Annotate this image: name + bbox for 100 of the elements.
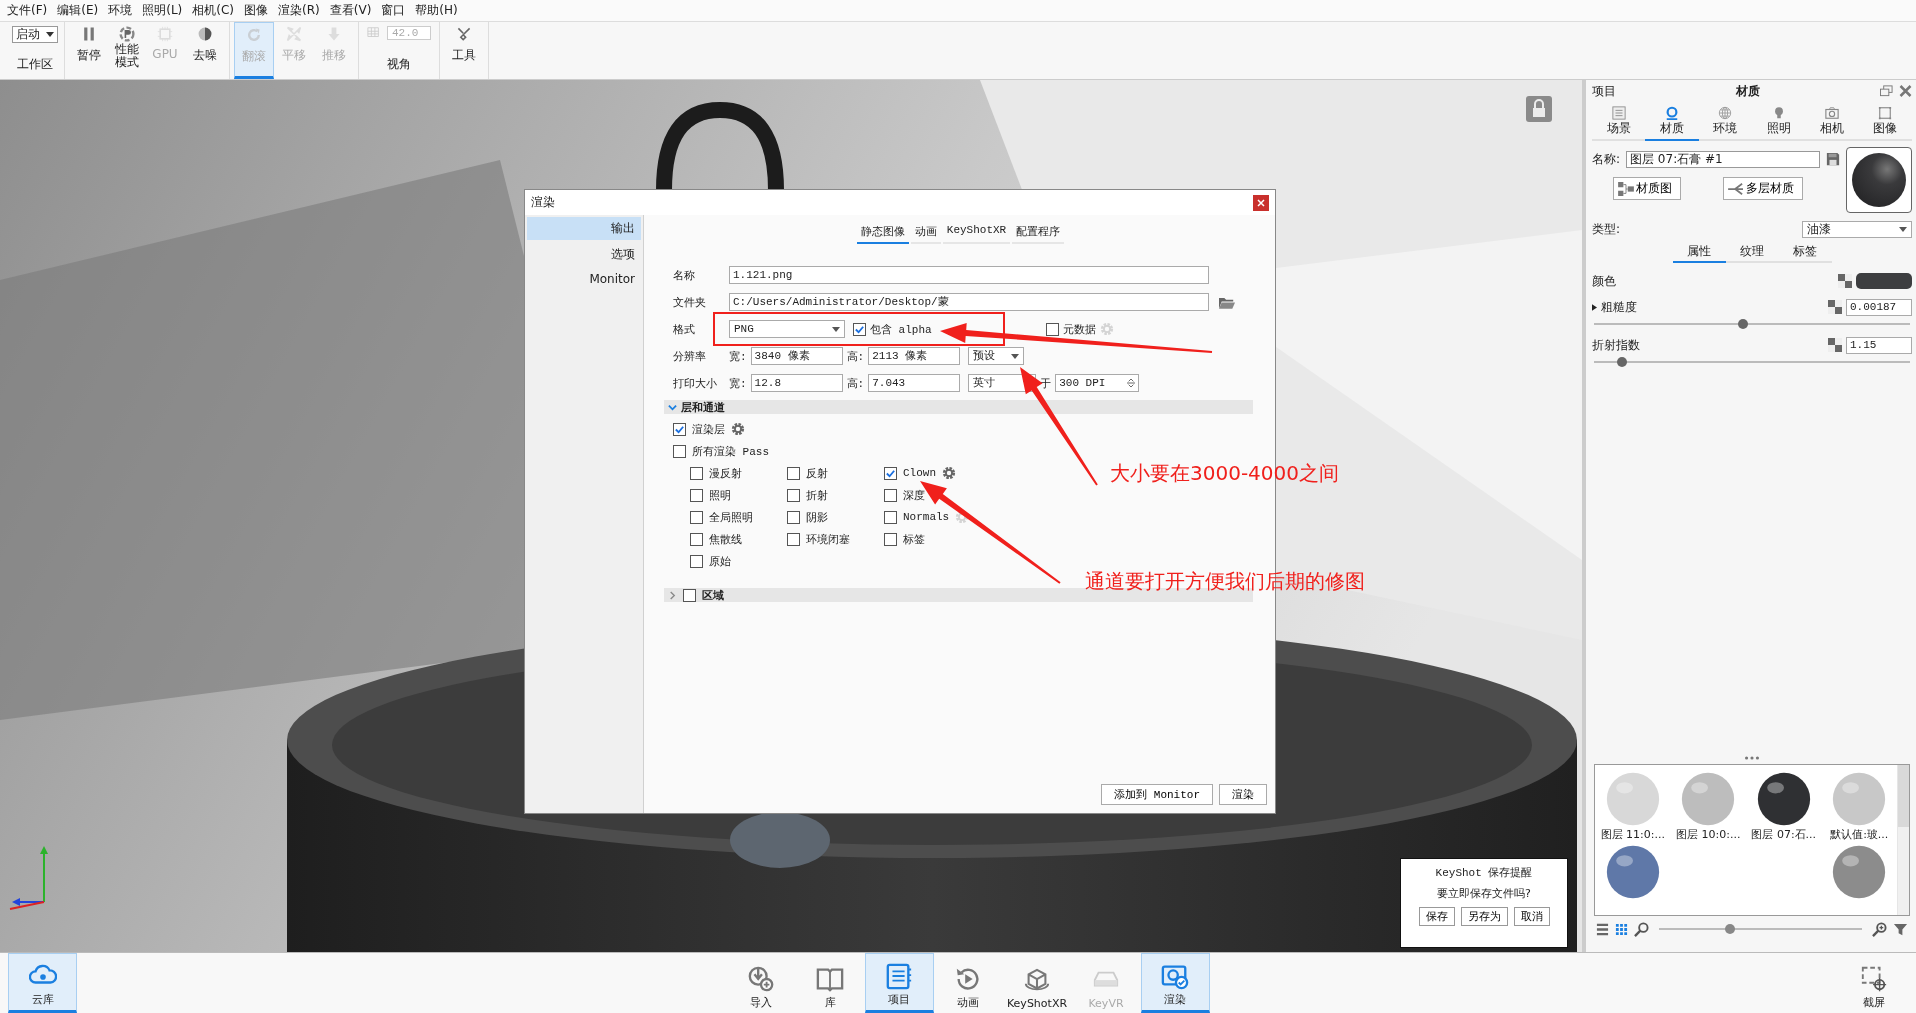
slider-thumb[interactable] xyxy=(1617,357,1628,367)
panel-button[interactable]: 多层材质 xyxy=(1723,177,1803,200)
checkbox[interactable] xyxy=(673,422,686,436)
slider-thumb[interactable] xyxy=(1725,924,1736,934)
dock-button[interactable]: 渲染 xyxy=(1140,953,1210,1013)
menu-item[interactable]: 查看(V) xyxy=(324,2,377,19)
folder-icon[interactable] xyxy=(1219,295,1235,309)
workspace-dropdown[interactable]: 启动 xyxy=(12,26,58,43)
checkbox[interactable] xyxy=(690,488,703,502)
height-field[interactable]: 2113 像素 xyxy=(868,347,961,365)
preset-dropdown[interactable]: 预设 xyxy=(968,347,1025,365)
gear-icon[interactable] xyxy=(731,422,745,436)
tab[interactable]: 纹理 xyxy=(1725,243,1779,263)
type-dropdown[interactable]: 油漆 xyxy=(1802,220,1912,238)
zoom-in-icon[interactable] xyxy=(1872,921,1887,937)
reminder-button[interactable]: 取消 xyxy=(1513,907,1550,926)
sidebar-item[interactable]: Monitor xyxy=(527,269,641,289)
menu-item[interactable]: 文件(F) xyxy=(2,2,53,19)
checkbox[interactable] xyxy=(690,510,703,524)
tab[interactable]: 配置程序 xyxy=(1012,221,1065,244)
panel-tab[interactable]: 照明 xyxy=(1752,102,1806,141)
dock-button[interactable]: 项目 xyxy=(864,953,934,1013)
menu-item[interactable]: 编辑(E) xyxy=(52,2,104,19)
checkbox[interactable] xyxy=(673,444,686,458)
filter-icon[interactable] xyxy=(1893,921,1908,937)
value-field[interactable]: 0.00187 xyxy=(1846,298,1912,316)
tab[interactable]: KeyShotXR xyxy=(942,221,1011,244)
input-field[interactable]: C:/Users/Administrator/Desktop/蒙 xyxy=(729,293,1209,311)
section-header[interactable]: 层和通道 xyxy=(664,400,1253,414)
zoom-out-icon[interactable] xyxy=(1634,921,1649,937)
close-icon[interactable] xyxy=(1253,194,1269,211)
menu-item[interactable]: 窗口 xyxy=(376,2,411,19)
color-swatch[interactable] xyxy=(1856,273,1912,289)
dock-button[interactable]: 库 xyxy=(795,953,865,1013)
panel-tab[interactable]: 图像 xyxy=(1858,102,1912,141)
checkbox[interactable] xyxy=(787,466,800,480)
checkbox[interactable] xyxy=(683,588,696,602)
dpi-spinner[interactable]: 300 DPI xyxy=(1055,374,1140,392)
toolbar-button[interactable]: 去噪 xyxy=(185,22,225,79)
format-dropdown[interactable]: PNG xyxy=(729,320,845,338)
toolbar-button[interactable]: 性能模式 xyxy=(109,22,145,79)
checker-icon[interactable] xyxy=(1828,300,1842,314)
menu-item[interactable]: 帮助(H) xyxy=(410,2,463,19)
gear-icon[interactable] xyxy=(942,466,956,480)
slider-thumb[interactable] xyxy=(1737,319,1748,329)
checkbox[interactable] xyxy=(853,322,866,336)
dock-button[interactable]: 动画 xyxy=(933,953,1003,1013)
checkbox[interactable] xyxy=(884,488,897,502)
lock-icon[interactable] xyxy=(1526,96,1552,122)
panel-tab[interactable]: 环境 xyxy=(1698,102,1752,141)
checkbox[interactable] xyxy=(787,532,800,546)
grid-view-icon[interactable] xyxy=(1615,922,1628,936)
value-field[interactable]: 1.15 xyxy=(1846,336,1912,354)
save-icon[interactable] xyxy=(1826,152,1840,166)
tab[interactable]: 属性 xyxy=(1672,243,1726,263)
checker-icon[interactable] xyxy=(1828,338,1842,352)
panel-tab[interactable]: 材质 xyxy=(1645,102,1699,141)
tab[interactable]: 标签 xyxy=(1778,243,1832,263)
menu-item[interactable]: 相机(C) xyxy=(187,2,240,19)
height-field[interactable]: 7.043 xyxy=(868,374,961,392)
checkbox[interactable] xyxy=(690,532,703,546)
checkbox[interactable] xyxy=(884,532,897,546)
reminder-button[interactable]: 保存 xyxy=(1418,907,1455,926)
dock-button[interactable]: 云库 xyxy=(8,953,77,1013)
checkbox[interactable] xyxy=(884,466,897,480)
dialog-button[interactable]: 添加到 Monitor xyxy=(1101,784,1213,805)
width-field[interactable]: 12.8 xyxy=(750,374,843,392)
tab[interactable]: 静态图像 xyxy=(856,221,909,244)
checkbox[interactable] xyxy=(690,554,703,568)
checkbox[interactable] xyxy=(1045,322,1059,336)
dialog-button[interactable]: 渲染 xyxy=(1219,784,1267,805)
dock-button[interactable]: 导入 xyxy=(726,953,796,1013)
reminder-button[interactable]: 另存为 xyxy=(1460,907,1508,926)
material-name-field[interactable]: 图层 07:石膏 #1 xyxy=(1626,150,1820,168)
list-view-icon[interactable] xyxy=(1596,922,1609,936)
checker-icon[interactable] xyxy=(1838,274,1852,288)
menu-item[interactable]: 环境 xyxy=(103,2,138,19)
scrollbar[interactable] xyxy=(1897,765,1909,915)
dock-button[interactable]: 截屏 xyxy=(1839,953,1908,1013)
sidebar-item[interactable]: 选项 xyxy=(527,243,641,266)
checkbox[interactable] xyxy=(884,510,897,524)
sidebar-item[interactable]: 输出 xyxy=(527,217,641,240)
panel-button[interactable]: 材质图 xyxy=(1613,177,1681,200)
dock-button[interactable]: KeyShotXR xyxy=(1002,953,1072,1013)
panel-tab[interactable]: 场景 xyxy=(1592,102,1646,141)
panel-tab[interactable]: 相机 xyxy=(1805,102,1859,141)
toolbar-button[interactable]: 暂停 xyxy=(69,22,109,79)
toolbar-button[interactable]: 工具 xyxy=(444,22,484,79)
checkbox[interactable] xyxy=(787,510,800,524)
width-field[interactable]: 3840 像素 xyxy=(750,347,843,365)
menu-item[interactable]: 图像 xyxy=(239,2,274,19)
checkbox[interactable] xyxy=(690,466,703,480)
more-dots-icon[interactable] xyxy=(1745,756,1759,760)
menu-item[interactable]: 照明(L) xyxy=(137,2,188,19)
close-icon[interactable] xyxy=(1899,85,1912,97)
expand-triangle-icon[interactable] xyxy=(1592,303,1597,311)
panel-tab-label[interactable]: 项目 xyxy=(1592,82,1616,100)
tab[interactable]: 动画 xyxy=(910,221,941,244)
input-field[interactable]: 1.121.png xyxy=(729,266,1209,284)
checkbox[interactable] xyxy=(787,488,800,502)
